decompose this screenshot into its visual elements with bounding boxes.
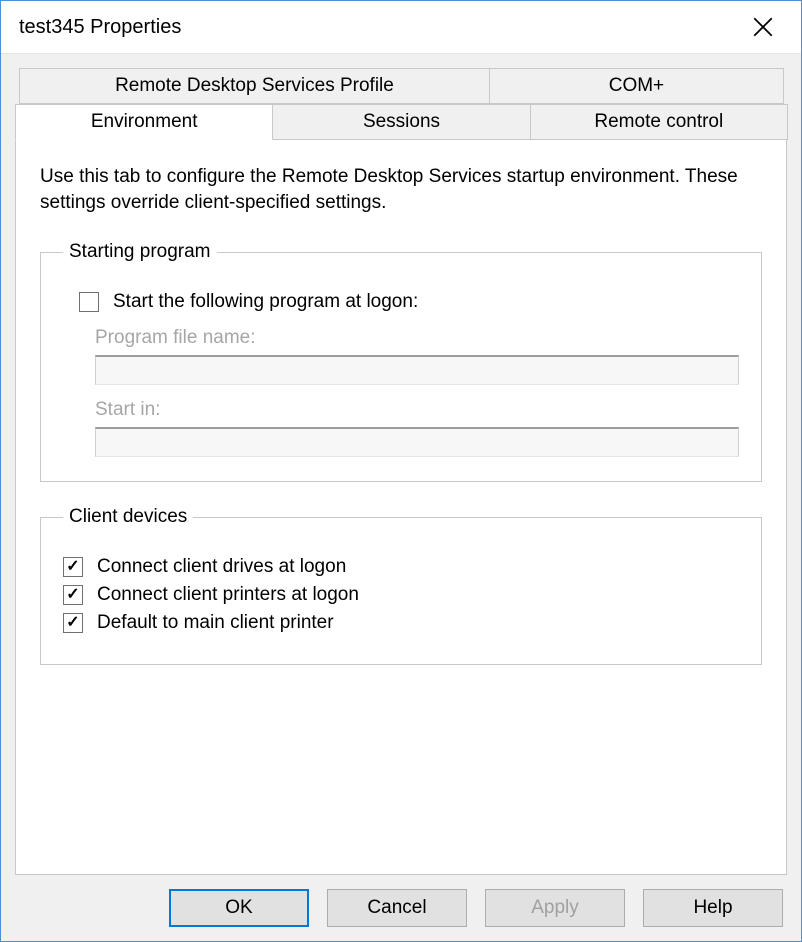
properties-dialog: test345 Properties Remote Desktop Servic… [0,0,802,942]
program-file-label: Program file name: [95,327,739,349]
client-drives-label: Connect client drives at logon [97,556,346,578]
start-program-checkbox-row[interactable]: Start the following program at logon: [79,291,739,313]
program-file-input [95,355,739,385]
group-client-devices: Client devices Connect client drives at … [40,506,762,665]
tab-panel-environment: Use this tab to configure the Remote Des… [15,139,787,875]
help-button[interactable]: Help [643,889,783,927]
tab-label: Remote Desktop Services Profile [115,75,394,96]
window-title: test345 Properties [19,16,743,39]
cancel-button[interactable]: Cancel [327,889,467,927]
group-starting-program: Starting program Start the following pro… [40,241,762,482]
client-area: Remote Desktop Services Profile COM+ Env… [1,53,801,941]
client-drives-checkbox-row[interactable]: Connect client drives at logon [63,556,739,578]
group-legend: Client devices [63,506,193,528]
default-printer-label: Default to main client printer [97,612,334,634]
client-printers-checkbox[interactable] [63,585,83,605]
group-legend: Starting program [63,241,217,263]
start-program-checkbox[interactable] [79,292,99,312]
tab-com-plus[interactable]: COM+ [489,68,784,104]
default-printer-checkbox-row[interactable]: Default to main client printer [63,612,739,634]
default-printer-checkbox[interactable] [63,613,83,633]
tab-environment[interactable]: Environment [15,104,273,140]
tab-description: Use this tab to configure the Remote Des… [40,164,762,215]
tab-rds-profile[interactable]: Remote Desktop Services Profile [19,68,490,104]
client-printers-checkbox-row[interactable]: Connect client printers at logon [63,584,739,606]
apply-button: Apply [485,889,625,927]
tab-label: Sessions [363,111,440,132]
tab-row-back: Remote Desktop Services Profile COM+ [19,68,783,104]
titlebar: test345 Properties [1,1,801,53]
client-printers-label: Connect client printers at logon [97,584,359,606]
tab-host: Remote Desktop Services Profile COM+ Env… [15,68,787,875]
close-icon [753,17,773,37]
dialog-buttons: OK Cancel Apply Help [15,875,787,927]
ok-button[interactable]: OK [169,889,309,927]
tab-label: Remote control [594,111,723,132]
tab-remote-control[interactable]: Remote control [530,104,788,140]
close-button[interactable] [743,7,783,47]
tab-label: COM+ [609,75,664,96]
start-program-checkbox-label: Start the following program at logon: [113,291,418,313]
tab-sessions[interactable]: Sessions [272,104,530,140]
start-in-input [95,427,739,457]
tab-row-front: Environment Sessions Remote control [15,104,787,140]
client-drives-checkbox[interactable] [63,557,83,577]
tab-label: Environment [91,111,198,132]
start-in-label: Start in: [95,399,739,421]
